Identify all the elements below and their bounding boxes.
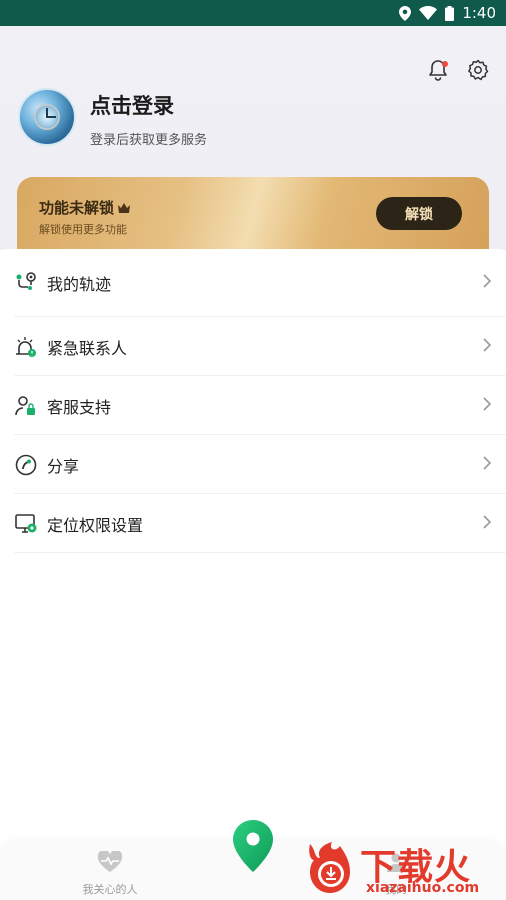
crown-icon — [118, 199, 131, 217]
share-icon — [14, 453, 38, 477]
bell-icon[interactable] — [426, 58, 450, 82]
menu-list: 我的轨迹 紧急联系人 客服支持 分享 定位权限设置 — [0, 249, 506, 553]
chevron-right-icon — [482, 514, 492, 534]
location-icon — [399, 5, 412, 21]
menu-item-share[interactable]: 分享 — [0, 435, 506, 494]
location-pin-icon[interactable] — [230, 818, 276, 874]
header-actions — [426, 58, 490, 82]
unlock-title-row: 功能未解锁 — [39, 197, 131, 218]
battery-icon — [445, 5, 455, 21]
chevron-right-icon — [482, 455, 492, 475]
chevron-right-icon — [482, 396, 492, 416]
menu-item-label: 客服支持 — [47, 397, 112, 417]
location-permission-icon — [14, 512, 38, 536]
unlock-title: 功能未解锁 — [39, 199, 115, 217]
login-subtitle: 登录后获取更多服务 — [90, 133, 208, 148]
track-route-icon — [14, 271, 38, 295]
menu-item-label: 我的轨迹 — [47, 275, 112, 294]
menu-item-emergency-contact[interactable]: 紧急联系人 — [0, 317, 506, 376]
menu-item-label: 定位权限设置 — [47, 515, 144, 535]
emergency-contact-icon — [14, 335, 38, 359]
unlock-card: 功能未解锁 解锁使用更多功能 解锁 — [17, 177, 489, 251]
menu-item-my-track[interactable]: 我的轨迹 — [0, 249, 506, 317]
menu-item-customer-service[interactable]: 客服支持 — [0, 376, 506, 435]
heart-pulse-icon — [97, 849, 123, 877]
tab-label: 我关心的人 — [82, 883, 138, 896]
gear-icon[interactable] — [466, 58, 490, 82]
chevron-right-icon — [482, 273, 492, 293]
watermark-url: xiazaihuo.com — [366, 880, 480, 896]
status-time: 1:40 — [462, 4, 496, 22]
watermark: 下载火 xiazaihuo.com — [300, 836, 506, 900]
menu-item-location-permission[interactable]: 定位权限设置 — [0, 494, 506, 553]
notification-dot — [442, 61, 448, 67]
flame-logo-icon — [302, 840, 358, 896]
tab-people-i-care[interactable]: 我关心的人 — [60, 849, 160, 897]
menu-item-label: 紧急联系人 — [47, 338, 128, 358]
status-bar: 1:40 — [0, 0, 506, 26]
login-title[interactable]: 点击登录 — [90, 90, 174, 120]
avatar[interactable] — [18, 88, 76, 146]
divider — [14, 552, 506, 553]
unlock-button[interactable]: 解锁 — [376, 197, 462, 230]
customer-service-icon — [14, 394, 38, 418]
unlock-subtitle: 解锁使用更多功能 — [39, 223, 127, 236]
chevron-right-icon — [482, 337, 492, 357]
wifi-icon — [419, 6, 438, 20]
menu-item-label: 分享 — [47, 456, 80, 476]
